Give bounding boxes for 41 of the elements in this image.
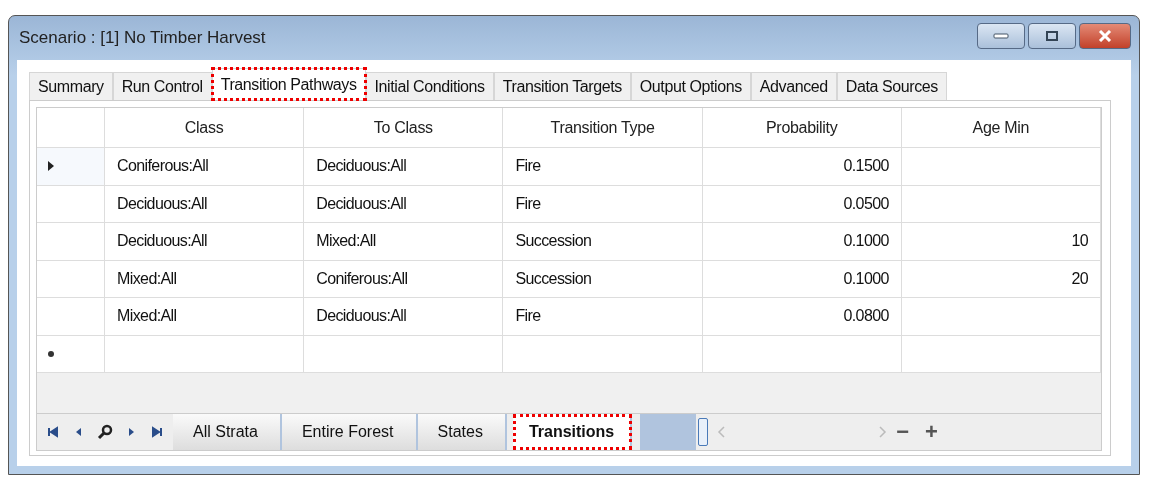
current-row-icon: [47, 160, 55, 173]
search-icon[interactable]: [97, 424, 113, 440]
sheet-tab[interactable]: Transitions: [512, 414, 633, 450]
tab[interactable]: Transition Targets: [493, 72, 631, 100]
last-icon[interactable]: [151, 426, 163, 438]
tab-strip-fill: [640, 414, 697, 450]
zoom-button[interactable]: −: [888, 414, 918, 450]
window-title: Scenario : [1] No Timber Harvest: [18, 28, 266, 48]
sheet-tab[interactable]: All Strata: [173, 414, 282, 450]
scroll-thumb[interactable]: [698, 418, 709, 446]
sheet-tab[interactable]: Entire Forest: [281, 414, 418, 450]
maximize-button[interactable]: [1028, 23, 1076, 49]
tab[interactable]: Advanced: [750, 72, 837, 100]
table-cell: Coniferous:All: [105, 148, 305, 186]
table-cell: Deciduous:All: [304, 148, 504, 186]
table-cell: Fire: [503, 148, 703, 186]
tab[interactable]: Run Control: [112, 72, 212, 100]
tab[interactable]: Summary: [29, 72, 113, 100]
new-row-icon: [47, 349, 55, 358]
table-cell: 0.1000: [702, 223, 902, 261]
tab[interactable]: Output Options: [630, 72, 751, 100]
table-cell: Deciduous:All: [105, 223, 305, 261]
table-cell: Fire: [503, 298, 703, 336]
table-cell: 10: [901, 223, 1101, 261]
minimize-icon: [993, 33, 1009, 39]
tab[interactable]: Data Sources: [836, 72, 947, 100]
tab[interactable]: Transition Pathways: [211, 68, 366, 100]
close-icon: [1097, 30, 1113, 42]
table-cell: Deciduous:All: [304, 298, 504, 336]
minimize-button[interactable]: [977, 23, 1025, 49]
table-cell: Mixed:All: [304, 223, 504, 261]
table-cell: Mixed:All: [105, 298, 305, 336]
table-cell: Succession: [503, 223, 703, 261]
maximize-icon: [1045, 30, 1059, 42]
table-cell: 0.1500: [702, 148, 902, 186]
table-cell: 0.0800: [702, 298, 902, 336]
tab[interactable]: Initial Conditions: [365, 72, 494, 100]
sheet-tab[interactable]: States: [417, 414, 507, 450]
zoom-button[interactable]: +: [917, 414, 946, 450]
close-button[interactable]: [1079, 23, 1131, 49]
first-icon[interactable]: [47, 426, 59, 438]
